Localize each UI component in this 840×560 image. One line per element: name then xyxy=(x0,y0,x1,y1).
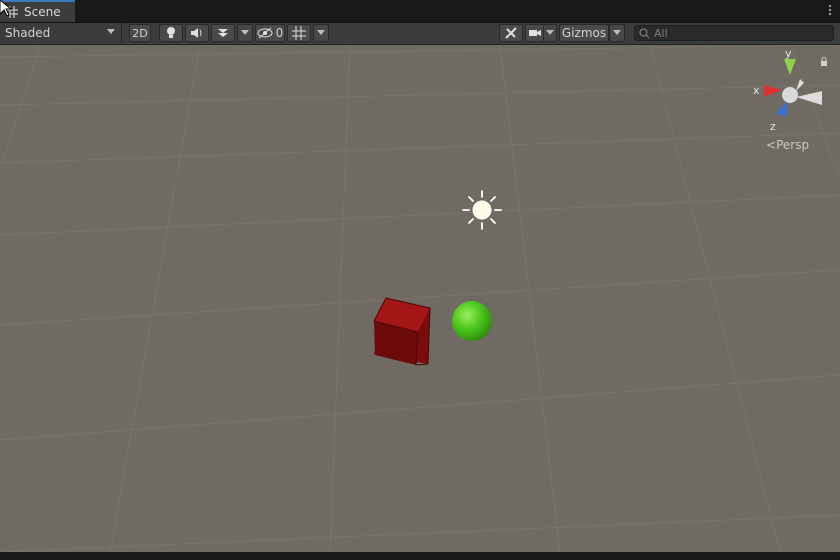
grid-icon xyxy=(292,26,306,40)
effects-toggle-button[interactable] xyxy=(211,24,235,42)
green-sphere[interactable] xyxy=(452,301,492,341)
gizmos-label: Gizmos xyxy=(561,26,607,40)
perspective-icon: < xyxy=(766,138,777,152)
draw-mode-dropdown[interactable]: Shaded xyxy=(0,23,122,43)
search-input[interactable]: All xyxy=(634,25,834,41)
tab-label: Scene xyxy=(24,5,61,19)
lock-icon[interactable] xyxy=(820,57,828,67)
gizmos-dropdown[interactable] xyxy=(609,24,625,42)
search-placeholder: All xyxy=(654,26,668,40)
2d-toggle-button[interactable]: 2D xyxy=(129,24,151,42)
draw-mode-label: Shaded xyxy=(5,26,51,40)
projection-label: Persp xyxy=(776,138,810,152)
audio-toggle-button[interactable] xyxy=(185,24,209,42)
effects-dropdown[interactable] xyxy=(237,24,253,42)
projection-toggle[interactable]: <Persp xyxy=(766,138,809,152)
tools-button[interactable] xyxy=(499,24,523,42)
grid-toggle-button[interactable] xyxy=(287,24,311,42)
chevron-down-icon xyxy=(241,30,249,35)
axis-label-y: y xyxy=(785,47,792,60)
lighting-toggle-icon xyxy=(167,27,175,38)
scene-toolbar: Shaded 2D 0 Gizmos All xyxy=(0,23,840,45)
visibility-icon xyxy=(257,27,273,39)
bottom-tab-bar xyxy=(0,552,840,560)
scene-visibility-button[interactable]: 0 xyxy=(255,24,285,42)
axis-label-x: x xyxy=(753,84,760,97)
camera-icon xyxy=(529,30,541,36)
axis-label-z: z xyxy=(770,120,776,133)
hidden-count: 0 xyxy=(275,26,284,40)
chevron-down-icon xyxy=(546,30,554,35)
grid-dropdown[interactable] xyxy=(313,24,329,42)
lighting-toggle-button[interactable] xyxy=(159,24,183,42)
tab-bar: Scene xyxy=(0,0,840,23)
tools-icon xyxy=(505,27,517,39)
effects-toggle-icon xyxy=(218,29,228,37)
red-cube[interactable] xyxy=(373,297,431,366)
chevron-down-icon xyxy=(107,29,115,34)
chevron-down-icon xyxy=(613,30,621,35)
camera-dropdown[interactable] xyxy=(543,24,557,42)
2d-label: 2D xyxy=(132,26,148,40)
directional-light-icon[interactable] xyxy=(462,190,502,230)
gizmos-button[interactable]: Gizmos xyxy=(559,24,609,42)
chevron-down-icon xyxy=(317,30,325,35)
audio-toggle-icon xyxy=(191,28,202,38)
mouse-cursor-icon xyxy=(0,0,12,16)
search-icon xyxy=(639,28,650,38)
scene-viewport[interactable]: y x z xyxy=(0,45,840,552)
camera-settings-button[interactable] xyxy=(525,24,545,42)
more-options-icon[interactable] xyxy=(828,4,832,16)
